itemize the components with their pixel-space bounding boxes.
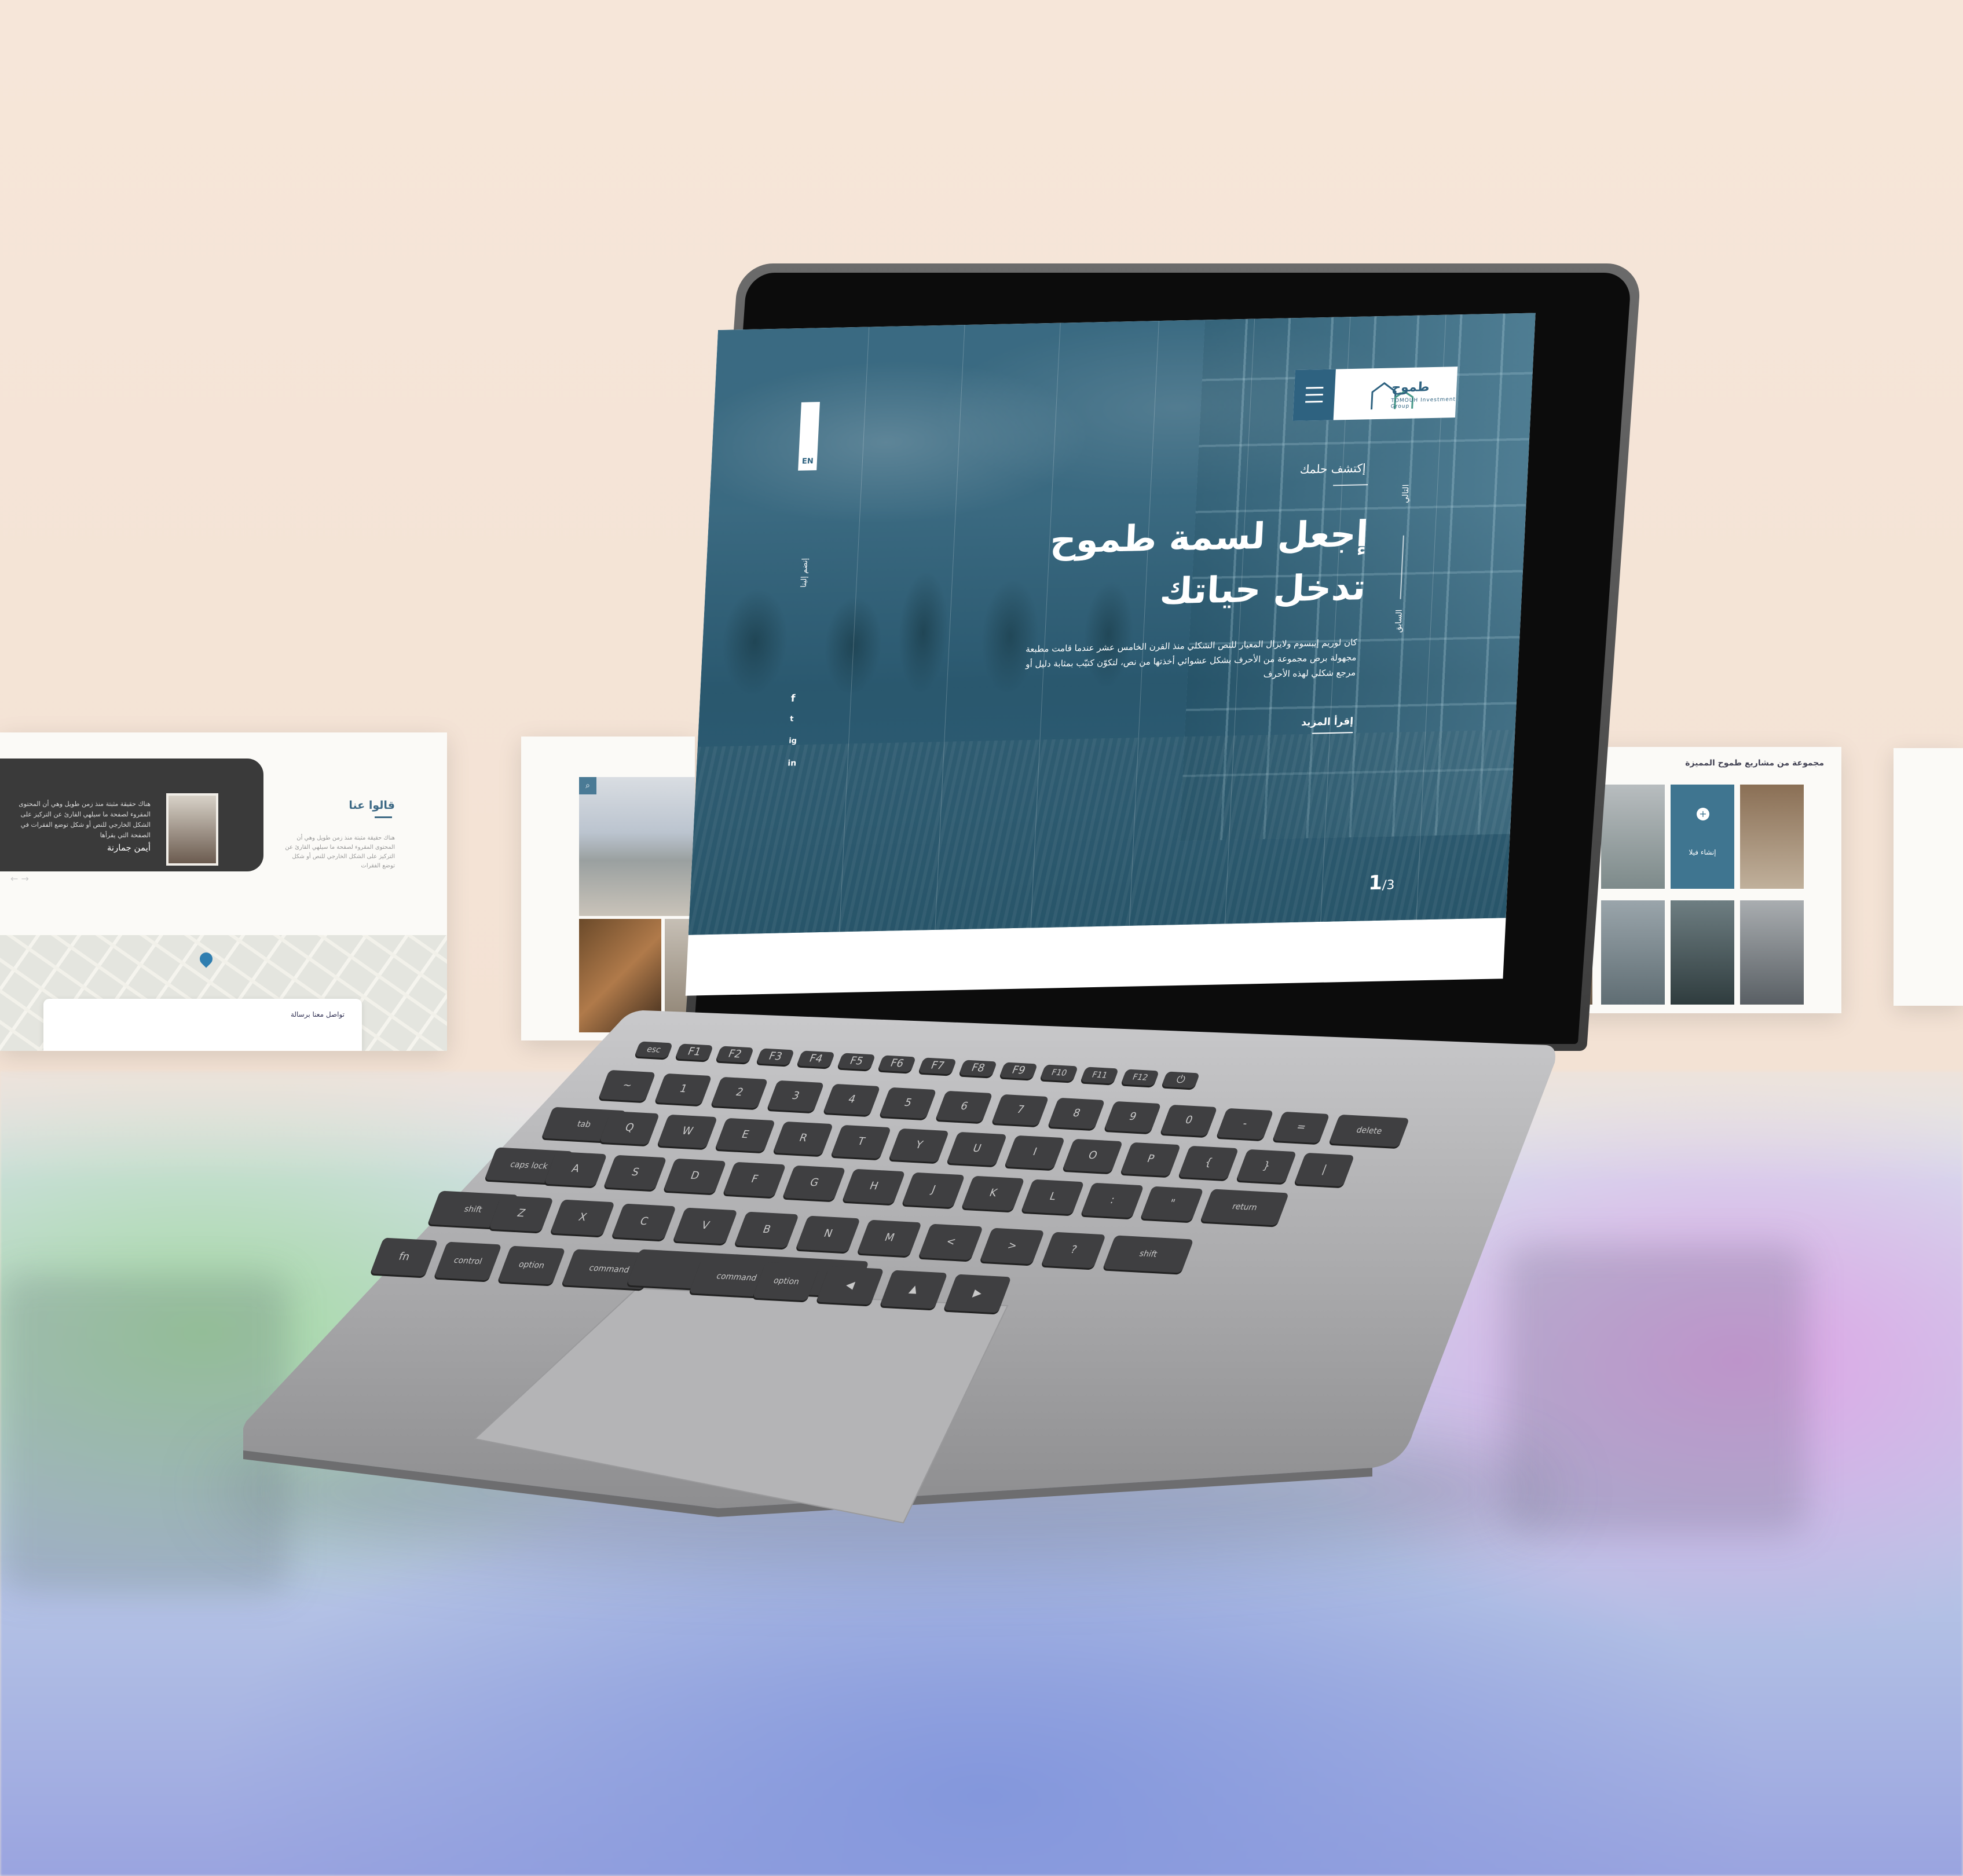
linkedin-icon[interactable]: in bbox=[788, 759, 797, 768]
hero-section: طموح TOMOUH Investment Group EN إنضم إلي… bbox=[688, 313, 1536, 935]
testimonial-name: أيمن جمارنة bbox=[107, 842, 151, 853]
testimonial-quote: هناك حقيقة مثبتة منذ زمن طويل وهي أن الم… bbox=[19, 800, 151, 839]
project-overlay-label: إنشاء فيلا bbox=[1689, 848, 1716, 856]
twitter-icon[interactable]: t bbox=[790, 715, 794, 723]
key[interactable]: ⏻ bbox=[1161, 1071, 1200, 1089]
search-icon[interactable]: ⌕ bbox=[579, 777, 596, 794]
slider-next-button[interactable]: التالي bbox=[1401, 484, 1411, 503]
testimonials-title: قالوا عنا bbox=[349, 799, 395, 812]
partial-card bbox=[1894, 748, 1963, 1006]
language-toggle[interactable]: EN bbox=[798, 402, 820, 471]
key[interactable]: F11 bbox=[1080, 1067, 1119, 1084]
key[interactable]: esc bbox=[634, 1041, 673, 1058]
instagram-icon[interactable]: ig bbox=[789, 737, 797, 745]
key[interactable]: F6 bbox=[877, 1055, 917, 1072]
slide-counter: 1/3 bbox=[1368, 871, 1395, 895]
project-tile[interactable] bbox=[1601, 900, 1665, 1005]
join-us-link[interactable]: إنضم إلينا bbox=[799, 558, 810, 593]
key[interactable]: F3 bbox=[756, 1048, 795, 1065]
key[interactable]: F12 bbox=[1120, 1069, 1160, 1086]
testimonials-text: هناك حقيقة مثبتة منذ زمن طويل وهي أن الم… bbox=[285, 835, 395, 869]
logo-text[interactable]: طموح bbox=[1391, 380, 1430, 395]
testimonials-card: هناك حقيقة مثبتة منذ زمن طويل وهي أن الم… bbox=[0, 732, 447, 1051]
project-tile[interactable] bbox=[1601, 785, 1665, 889]
headline-line: تدخل حياتك bbox=[1159, 566, 1367, 613]
key[interactable]: F2 bbox=[715, 1046, 755, 1063]
projects-title: مجموعة من مشاريع طموح المميزة bbox=[1685, 759, 1824, 768]
key[interactable]: F4 bbox=[796, 1050, 836, 1068]
project-tile[interactable] bbox=[1740, 900, 1804, 1005]
headline-line: إجعل لسمة طموح bbox=[1049, 512, 1369, 562]
plaza-floor bbox=[688, 730, 1515, 935]
facebook-icon[interactable]: f bbox=[790, 692, 795, 704]
language-label[interactable]: EN bbox=[802, 457, 814, 466]
key[interactable]: F10 bbox=[1039, 1064, 1079, 1082]
map-pin-icon[interactable] bbox=[197, 950, 215, 968]
slide-total: /3 bbox=[1382, 878, 1396, 893]
hero-headline: إجعل لسمة طموح تدخل حياتك bbox=[993, 507, 1369, 621]
gallery-card: ⌕ bbox=[521, 737, 695, 1040]
logo-subtitle: TOMOUH Investment Group bbox=[1390, 397, 1456, 410]
menu-button[interactable] bbox=[1292, 369, 1336, 422]
project-tile[interactable] bbox=[1671, 900, 1734, 1005]
testimonial-arrows[interactable]: ← → bbox=[10, 873, 29, 884]
key[interactable]: shift bbox=[1103, 1235, 1194, 1273]
slider-prev-button[interactable]: السابق bbox=[1394, 609, 1404, 633]
projects-card: مجموعة من مشاريع طموح المميزة + إنشاء في… bbox=[1569, 747, 1841, 1013]
project-tile[interactable] bbox=[1740, 785, 1804, 889]
key[interactable]: delete bbox=[1328, 1114, 1410, 1148]
testimonial-slide: هناك حقيقة مثبتة منذ زمن طويل وهي أن الم… bbox=[0, 759, 263, 884]
project-image[interactable] bbox=[579, 777, 695, 916]
key[interactable]: F9 bbox=[999, 1062, 1038, 1079]
laptop-screen: طموح TOMOUH Investment Group EN إنضم إلي… bbox=[685, 313, 1536, 996]
project-tile-highlight[interactable]: + إنشاء فيلا bbox=[1671, 785, 1734, 889]
key[interactable]: F5 bbox=[837, 1053, 876, 1070]
add-icon[interactable]: + bbox=[1697, 808, 1709, 820]
key[interactable]: F1 bbox=[675, 1043, 714, 1061]
read-more-link[interactable]: إقرأ المزيد bbox=[1237, 716, 1354, 730]
title-underline bbox=[375, 816, 392, 818]
slide-current: 1 bbox=[1368, 871, 1383, 895]
key[interactable]: F8 bbox=[958, 1060, 998, 1077]
hero-paragraph: كان لوريم إيبسوم ولايزال المعيار للنص ال… bbox=[1025, 637, 1358, 680]
key[interactable]: F7 bbox=[918, 1057, 957, 1075]
header-logo-bar: طموح TOMOUH Investment Group bbox=[1292, 367, 1458, 422]
key[interactable]: return bbox=[1200, 1189, 1290, 1226]
avatar bbox=[166, 793, 218, 866]
